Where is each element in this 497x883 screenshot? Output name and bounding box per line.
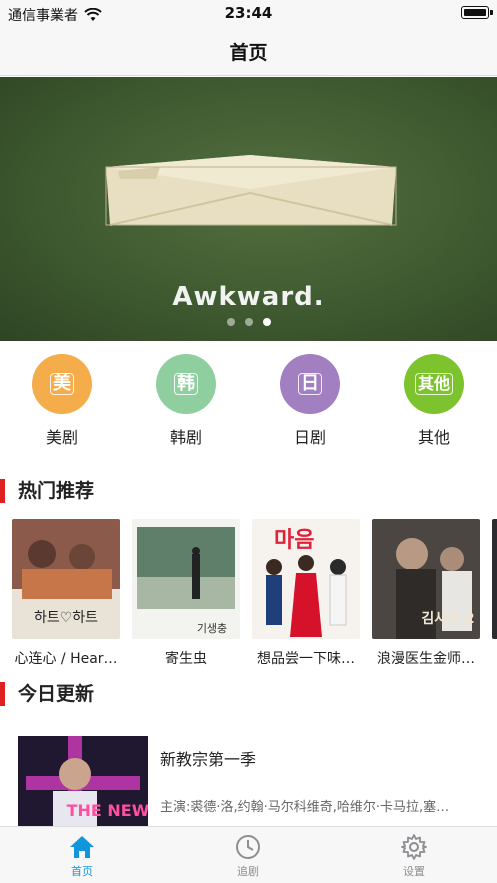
poster-image	[492, 519, 497, 639]
poster-image: 기생충	[132, 519, 240, 639]
banner-caption: Awkward.	[172, 282, 325, 312]
svg-text:THE NEW: THE NEW	[67, 801, 148, 820]
tab-following[interactable]: 追剧	[188, 833, 308, 879]
update-list-item[interactable]: THE NEW 新教宗第一季 主演:裘德·洛,约翰·马尔科维奇,哈维尔·卡马拉,…	[0, 736, 497, 826]
clock-icon	[236, 835, 260, 859]
category-label: 日剧	[293, 428, 326, 447]
svg-text:마음: 마음	[274, 528, 314, 553]
tab-label: 首页	[71, 865, 93, 878]
category-korean-drama[interactable]: 韩 韩剧	[141, 354, 231, 448]
other-icon: 其他	[404, 354, 464, 414]
category-label: 美剧	[45, 428, 78, 447]
category-grid: 美 美剧 韩 韩剧 日 日剧 其他 其他	[0, 354, 497, 454]
poster-title: 浪漫医生金师…	[377, 651, 475, 667]
poster-card[interactable]: 김사부 2 浪漫医生金师…	[372, 519, 480, 668]
poster-image: 마음	[252, 519, 360, 639]
battery-icon	[461, 6, 493, 19]
today-section-header: 今日更新	[0, 682, 497, 708]
japanese-drama-icon: 日	[280, 354, 340, 414]
poster-image: 김사부 2	[372, 519, 480, 639]
category-label: 韩剧	[169, 428, 202, 447]
section-accent-bar	[0, 479, 5, 503]
update-thumbnail: THE NEW	[18, 736, 148, 826]
poster-title: 寄生虫	[165, 651, 207, 667]
category-other[interactable]: 其他 其他	[389, 354, 479, 448]
svg-text:김사부 2: 김사부 2	[421, 610, 474, 627]
banner-envelope-image	[105, 155, 397, 226]
tab-label: 设置	[403, 865, 425, 878]
category-japanese-drama[interactable]: 日 日剧	[265, 354, 355, 448]
carousel-dot-2[interactable]	[244, 318, 253, 326]
poster-card-partial[interactable]	[492, 519, 497, 639]
carousel-dot-1[interactable]	[226, 318, 235, 326]
status-time: 23:44	[224, 4, 273, 22]
korean-drama-icon: 韩	[156, 354, 216, 414]
banner-carousel[interactable]: Awkward.	[0, 77, 497, 341]
poster-card[interactable]: 기생충 寄生虫	[132, 519, 240, 668]
page-title: 首页	[229, 42, 268, 64]
poster-image: 하트♡하트	[12, 519, 120, 639]
category-label: 其他	[417, 428, 450, 447]
tab-settings[interactable]: 设置	[354, 833, 474, 879]
poster-title: 心连心 / Hear…	[14, 651, 118, 667]
tab-label: 追剧	[237, 865, 259, 878]
carousel-dot-3[interactable]	[262, 318, 271, 326]
carousel-page-indicator[interactable]	[0, 318, 497, 326]
hot-section-header: 热门推荐	[0, 479, 497, 505]
svg-text:하트♡하트: 하트♡하트	[34, 610, 98, 626]
poster-title: 想品尝一下味…	[257, 651, 355, 667]
hot-poster-list[interactable]: 하트♡하트 心连心 / Hear… 기생충 寄生虫 마음 想品尝一下味… 김사부…	[0, 519, 497, 669]
status-bar: 通信事業者 23:44	[0, 0, 497, 28]
home-icon	[70, 836, 94, 858]
section-title: 热门推荐	[18, 480, 95, 502]
section-accent-bar	[0, 682, 5, 706]
update-title: 新教宗第一季	[160, 750, 257, 769]
category-us-drama[interactable]: 美 美剧	[17, 354, 107, 448]
tab-home[interactable]: 首页	[22, 833, 142, 879]
navigation-bar: 首页	[0, 28, 497, 76]
poster-card[interactable]: 마음 想品尝一下味…	[252, 519, 360, 668]
section-title: 今日更新	[18, 683, 95, 705]
gear-icon	[401, 834, 427, 860]
tab-bar: 首页 追剧 设置	[0, 826, 497, 883]
us-drama-icon: 美	[32, 354, 92, 414]
poster-card[interactable]: 하트♡하트 心连心 / Hear…	[12, 519, 120, 668]
svg-text:기생충: 기생충	[197, 622, 227, 635]
update-cast: 主演:裘德·洛,约翰·马尔科维奇,哈维尔·卡马拉,塞…	[160, 800, 450, 815]
